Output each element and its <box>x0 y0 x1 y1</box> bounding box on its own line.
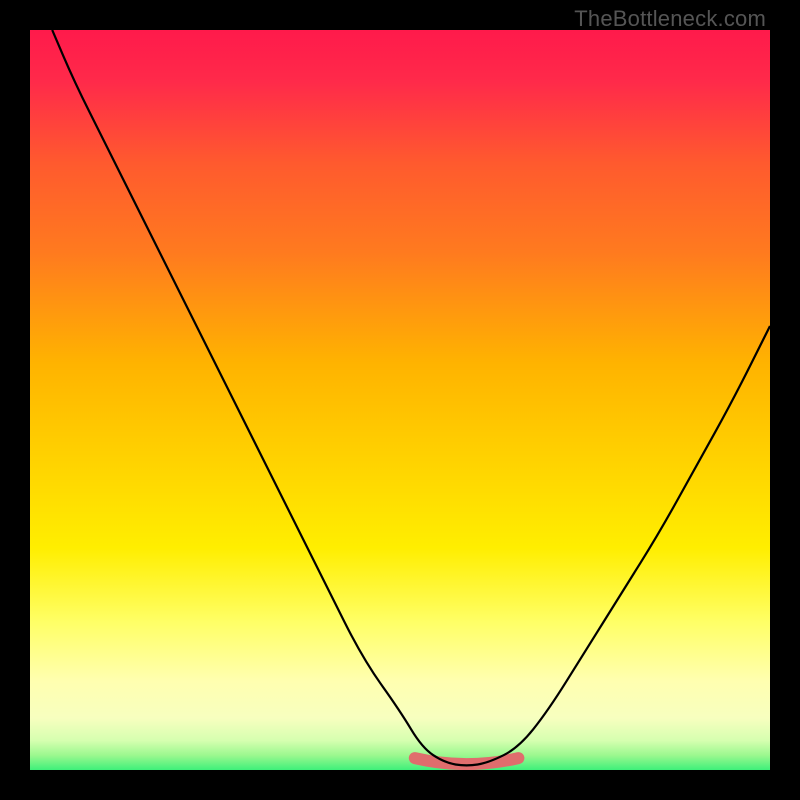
plot-area <box>30 30 770 770</box>
highlight-segment <box>415 758 519 764</box>
curve-layer <box>30 30 770 770</box>
bottleneck-curve <box>52 30 770 765</box>
watermark-text: TheBottleneck.com <box>574 6 766 32</box>
chart-frame: { "watermark": "TheBottleneck.com", "col… <box>0 0 800 800</box>
